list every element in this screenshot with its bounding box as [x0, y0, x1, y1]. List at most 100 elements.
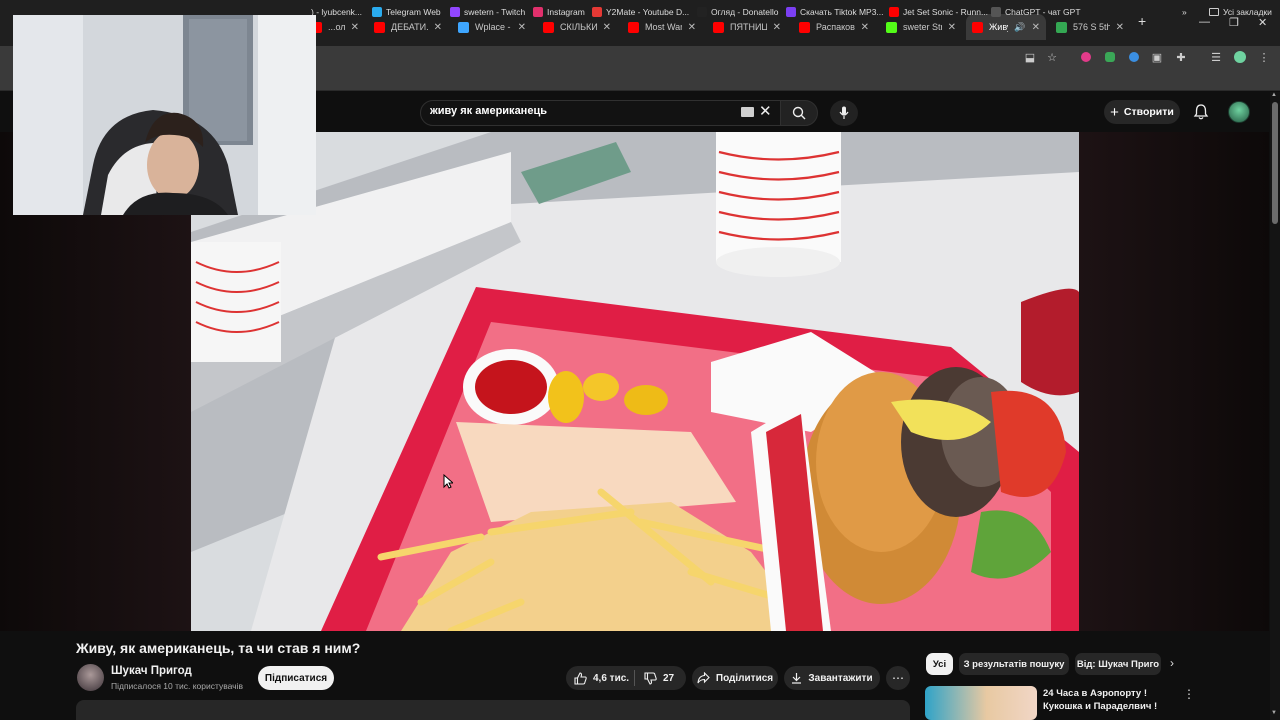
download-icon — [792, 673, 802, 684]
account-avatar[interactable] — [1228, 101, 1250, 123]
bookmark-label: Скачать Tiktok MP3... — [800, 6, 884, 17]
youtube-icon — [799, 21, 810, 33]
browser-tab-title: ДЕБАТИ. С — [391, 22, 428, 32]
close-tab-icon[interactable]: ✕ — [518, 22, 526, 33]
tab-audio-icon[interactable]: 🔊 — [1014, 22, 1025, 33]
youtube-icon — [374, 21, 385, 33]
maps-pin-icon — [1056, 21, 1067, 33]
create-button[interactable]: + Створити — [1104, 100, 1180, 124]
bookmark-label: swetern - Twitch — [464, 6, 526, 17]
browser-tab-title: 576 S 5th — [1073, 22, 1110, 32]
bookmark-favicon-icon — [697, 6, 707, 17]
dislike-count: 27 — [663, 672, 675, 684]
scrollbar-thumb[interactable] — [1272, 102, 1278, 224]
install-icon[interactable]: ⬓ — [1021, 48, 1039, 66]
related-video-title[interactable]: 24 Часа в Аэропорту ! Кукошка и Параделв… — [1043, 687, 1163, 713]
scroll-up-arrow-icon[interactable]: ▲ — [1271, 92, 1277, 98]
dislike-button[interactable]: 27 — [644, 666, 674, 690]
download-label: Завантажити — [808, 672, 873, 684]
search-button[interactable] — [780, 100, 818, 126]
bookmark-star-icon[interactable]: ☆ — [1043, 48, 1061, 66]
keyboard-icon[interactable] — [741, 107, 754, 117]
video-player[interactable] — [191, 132, 1079, 631]
share-button[interactable]: Поділитися — [692, 666, 778, 690]
webcam-overlay — [13, 15, 316, 215]
bookmark-item[interactable]: ) - lyubcenk... — [311, 4, 362, 19]
extension-icon[interactable] — [1077, 48, 1095, 66]
browser-tab-title: Живу — [989, 22, 1008, 32]
profile-icon[interactable] — [1231, 48, 1249, 66]
bookmark-label: Jet Set Sonic - Runn... — [903, 6, 989, 17]
browser-menu-icon[interactable]: ⋮ — [1255, 48, 1273, 66]
bookmark-item[interactable]: Instagram — [533, 4, 585, 19]
close-tab-icon[interactable]: ✕ — [434, 22, 442, 33]
bookmark-item[interactable]: Telegram Web — [372, 4, 441, 19]
media-controls-icon[interactable]: ☰ — [1207, 48, 1225, 66]
browser-tab-title: Most Wan — [645, 22, 682, 32]
bookmark-item[interactable]: Огляд - Donatello — [697, 4, 779, 19]
chip-from-channel[interactable]: Від: Шукач Приго — [1075, 653, 1161, 675]
voice-search-button[interactable] — [830, 100, 858, 126]
bookmark-label: Instagram — [547, 6, 585, 17]
close-tab-icon[interactable]: ✕ — [948, 22, 956, 33]
bookmark-item[interactable]: swetern - Twitch — [450, 4, 525, 19]
chevron-right-icon[interactable]: › — [1170, 656, 1174, 670]
close-tab-icon[interactable]: ✕ — [351, 22, 359, 33]
kick-icon — [886, 21, 897, 33]
bookmark-favicon-icon — [786, 6, 796, 17]
bookmark-favicon-icon — [592, 6, 602, 17]
create-label: Створити — [1123, 106, 1174, 118]
bookmark-favicon-icon — [991, 6, 1001, 17]
all-bookmarks-label: Усі закладки — [1223, 6, 1272, 17]
bookmark-label: Огляд - Donatello — [711, 6, 779, 17]
browser-tab-title: Wplace - F — [475, 22, 512, 32]
extension-icon[interactable] — [1125, 48, 1143, 66]
chip-all[interactable]: Усі — [926, 653, 953, 675]
bookmark-label: ChatGPT - чат GPT — [1005, 6, 1081, 17]
description-box[interactable] — [76, 700, 910, 720]
scroll-down-arrow-icon[interactable]: ▼ — [1271, 710, 1277, 716]
globe-icon — [458, 21, 469, 33]
bookmark-label: Telegram Web — [386, 6, 441, 17]
mouse-cursor-icon — [443, 474, 453, 489]
bookmark-item[interactable]: Jet Set Sonic - Runn... — [889, 4, 988, 19]
bookmark-item[interactable]: Y2Mate - Youtube D... — [592, 4, 689, 19]
download-button[interactable]: Завантажити — [784, 666, 880, 690]
share-label: Поділитися — [715, 672, 774, 684]
channel-name[interactable]: Шукач Пригод — [111, 665, 192, 677]
subscribe-button[interactable]: Підписатися — [258, 666, 334, 690]
bookmark-item[interactable]: Скачать Tiktok MP3... — [786, 4, 884, 19]
extension-icon[interactable]: ▣ — [1148, 48, 1166, 66]
new-tab-button[interactable]: + — [1138, 13, 1146, 29]
close-tab-icon[interactable]: ✕ — [1116, 22, 1124, 33]
notifications-bell-icon[interactable] — [1192, 103, 1210, 121]
bookmark-label: Y2Mate - Youtube D... — [606, 6, 690, 17]
extensions-puzzle-icon[interactable]: ✚ — [1172, 48, 1190, 66]
folder-icon — [1209, 7, 1219, 16]
search-query[interactable]: живу як американець — [430, 105, 547, 117]
plus-icon: + — [1110, 103, 1119, 121]
close-tab-icon[interactable]: ✕ — [603, 22, 611, 33]
bookmark-item[interactable]: ChatGPT - чат GPT — [991, 4, 1081, 19]
close-tab-icon[interactable]: ✕ — [861, 22, 869, 33]
share-icon — [697, 672, 710, 684]
bookmark-favicon-icon — [450, 6, 460, 17]
clear-search-icon[interactable]: ✕ — [759, 102, 772, 120]
close-tab-icon[interactable]: ✕ — [688, 22, 696, 33]
bookmarks-overflow-button[interactable]: » — [1182, 4, 1187, 19]
extension-icon[interactable] — [1101, 48, 1119, 66]
thumbs-down-icon — [644, 671, 657, 685]
chip-from-search[interactable]: З результатів пошуку — [959, 653, 1069, 675]
like-button[interactable]: 4,6 тис. — [574, 666, 629, 690]
close-tab-icon[interactable]: ✕ — [1032, 22, 1040, 33]
more-actions-button[interactable]: ⋯ — [886, 666, 910, 690]
like-count: 4,6 тис. — [593, 672, 630, 684]
related-video-menu-icon[interactable]: ⋮ — [1183, 687, 1195, 701]
video-ambient-right — [1079, 132, 1269, 631]
browser-tab-title: Распаков — [816, 22, 855, 32]
all-bookmarks-button[interactable]: Усі закладки — [1209, 4, 1272, 19]
close-tab-icon[interactable]: ✕ — [773, 22, 781, 33]
related-video-thumbnail[interactable] — [925, 686, 1037, 720]
channel-avatar[interactable] — [77, 664, 104, 691]
video-title: Живу, як американець, та чи став я ним? — [76, 640, 361, 656]
